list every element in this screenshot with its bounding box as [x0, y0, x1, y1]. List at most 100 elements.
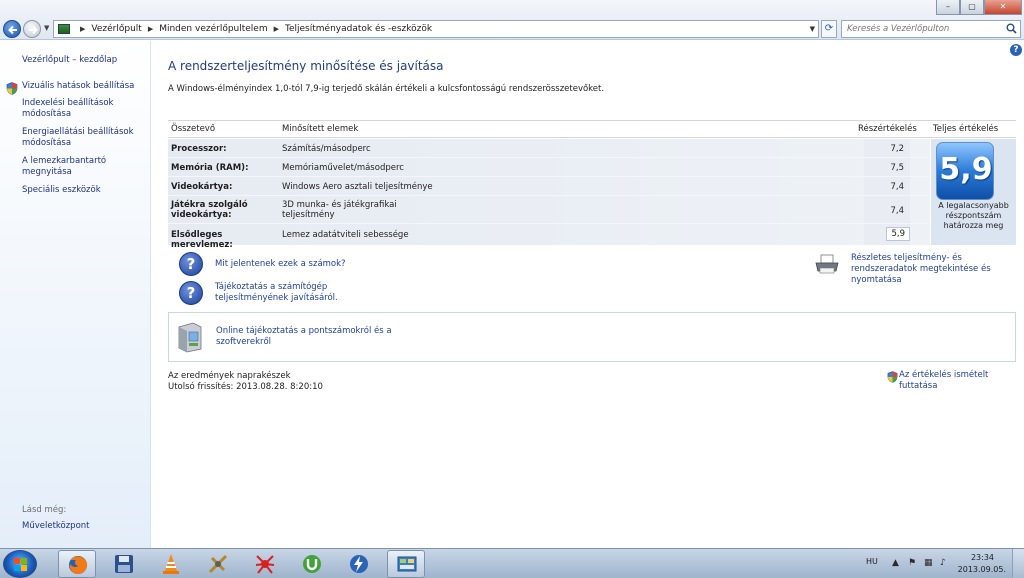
volume-icon[interactable]: ♪	[940, 558, 946, 568]
minimize-button[interactable]: –	[936, 0, 960, 15]
online-scores-software-link[interactable]: Online tájékoztatás a pontszámokról és a…	[216, 326, 396, 348]
base-score-panel: 5,9 A legalacsonyabb részpontszám határo…	[931, 139, 1016, 245]
rated-item: Számítás/másodperc	[282, 144, 371, 154]
taskbar-control-panel[interactable]	[387, 550, 425, 578]
title-bar: – ▢ ✕ ▼ ▶ Vezérlőpult ▶ Minden vezérlőpu…	[0, 0, 1024, 40]
subscore-lowest: 5,9	[886, 227, 910, 241]
detailed-info-link[interactable]: Részletes teljesítmény- és rendszeradato…	[851, 253, 1021, 286]
language-indicator[interactable]: HU	[866, 557, 878, 566]
base-score-value: 5,9	[939, 152, 993, 187]
breadcrumb-all-items[interactable]: Minden vezérlőpultelem	[159, 24, 267, 34]
maximize-button[interactable]: ▢	[960, 0, 984, 15]
component-label: Processzor:	[171, 144, 227, 154]
taskbar-tools[interactable]	[199, 550, 237, 578]
windows-logo-icon	[14, 558, 27, 571]
software-box-icon	[178, 322, 202, 353]
header-base-score: Teljes értékelés	[933, 124, 999, 134]
help-icon[interactable]: ?	[1010, 44, 1022, 56]
header-subscore: Részértékelés	[858, 124, 917, 134]
table-row: Videokártya: Windows Aero asztali teljes…	[168, 177, 930, 196]
component-label: Memória (RAM):	[171, 163, 249, 173]
taskbar-utorrent[interactable]	[293, 550, 331, 578]
subscore: 7,4	[890, 182, 904, 192]
arrow-left-icon	[8, 25, 17, 35]
sidebar-item-visual-effects[interactable]: Vizuális hatások beállítása	[22, 81, 142, 92]
control-panel-icon	[58, 24, 70, 34]
lightning-icon	[350, 555, 368, 573]
improve-performance-link[interactable]: Tájékoztatás a számítógép teljesítményén…	[215, 282, 355, 304]
breadcrumb-separator-icon[interactable]: ▶	[274, 25, 279, 33]
search-box[interactable]	[841, 20, 1021, 38]
breadcrumb-control-panel[interactable]: Vezérlőpult	[91, 24, 141, 34]
page-subtitle: A Windows-élményindex 1,0-tól 7,9-ig ter…	[168, 84, 605, 94]
refresh-button[interactable]: ⟳	[821, 20, 837, 38]
online-info-box: Online tájékoztatás a pontszámokról és a…	[168, 312, 1016, 362]
sidebar-item-power[interactable]: Energiaellátási beállítások módosítása	[22, 127, 142, 149]
subscore: 7,2	[890, 144, 904, 154]
flag-icon[interactable]: ⚑	[908, 558, 916, 568]
header-rated-items: Minősített elemek	[282, 124, 359, 134]
component-label: Elsődleges merevlemez:	[171, 230, 233, 250]
taskbar-save[interactable]	[105, 550, 143, 578]
last-update: Utolsó frissítés: 2013.08.28. 8:20:10	[168, 382, 323, 392]
show-desktop-button[interactable]	[1012, 549, 1024, 578]
header-component: Összetevő	[171, 124, 216, 134]
help-question-icon: ?	[179, 281, 203, 305]
sidebar-item-indexing[interactable]: Indexelési beállítások módosítása	[22, 98, 142, 120]
rated-item: Windows Aero asztali teljesítménye	[282, 182, 433, 192]
close-button[interactable]: ✕	[984, 0, 1022, 15]
see-also-heading: Lásd még:	[22, 505, 67, 515]
floppy-disk-icon	[115, 555, 133, 573]
forward-button[interactable]	[23, 20, 41, 38]
system-tray: HU ▲ ⚑ ▦ ♪ 23:34 2013.09.05.	[854, 549, 1024, 578]
rerun-assessment-link[interactable]: Az értékelés ismételt futtatása	[899, 370, 1024, 392]
results-status: Az eredmények naprakészek	[168, 371, 291, 381]
component-label: Játékra szolgáló videokártya:	[171, 200, 248, 220]
breadcrumb-performance[interactable]: Teljesítményadatok és -eszközök	[285, 24, 432, 34]
table-row: Memória (RAM): Memóriaművelet/másodperc …	[168, 158, 930, 177]
sidebar-item-advanced-tools[interactable]: Speciális eszközök	[22, 185, 142, 196]
score-table: Összetevő Minősített elemek Részértékelé…	[168, 120, 1016, 250]
start-button[interactable]	[3, 550, 37, 578]
taskbar-spider[interactable]	[246, 550, 284, 578]
clock-time[interactable]: 23:34	[971, 553, 994, 562]
component-label: Videokártya:	[171, 182, 233, 192]
address-bar[interactable]: ▶ Vezérlőpult ▶ Minden vezérlőpultelem ▶…	[53, 20, 819, 38]
clock-date[interactable]: 2013.09.05.	[958, 565, 1006, 574]
show-hidden-icons-icon[interactable]: ▲	[892, 558, 899, 568]
window-controls: – ▢ ✕	[936, 0, 1022, 15]
taskbar: HU ▲ ⚑ ▦ ♪ 23:34 2013.09.05.	[0, 548, 1024, 578]
page-title: A rendszerteljesítmény minősítése és jav…	[168, 59, 444, 73]
tools-icon	[208, 554, 228, 574]
uac-shield-icon	[887, 371, 898, 383]
taskbar-flash[interactable]	[340, 550, 378, 578]
breadcrumb-separator-icon[interactable]: ▶	[148, 25, 153, 33]
uac-shield-icon	[6, 82, 18, 95]
spider-icon	[255, 555, 275, 574]
what-numbers-mean-link[interactable]: Mit jelentenek ezek a számok?	[215, 259, 346, 270]
main-content: ? A rendszerteljesítmény minősítése és j…	[152, 41, 1024, 548]
rated-item: Lemez adatátviteli sebessége	[282, 230, 409, 240]
utorrent-icon	[303, 555, 321, 573]
address-dropdown-icon[interactable]: ▼	[810, 25, 815, 33]
subscore: 7,5	[890, 163, 904, 173]
breadcrumb-separator-icon[interactable]: ▶	[80, 25, 85, 33]
sidebar-item-disk-cleanup[interactable]: A lemezkarbantartó megnyitása	[22, 156, 142, 178]
sidebar-item-home[interactable]: Vezérlőpult – kezdőlap	[22, 55, 142, 66]
control-panel-icon	[397, 556, 417, 572]
recent-pages-dropdown-icon[interactable]: ▼	[44, 24, 51, 32]
sidebar: Vezérlőpult – kezdőlap Vizuális hatások …	[0, 41, 151, 548]
sidebar-item-action-center[interactable]: Műveletközpont	[22, 521, 142, 532]
network-icon[interactable]: ▦	[924, 558, 933, 568]
vlc-cone-icon	[163, 554, 179, 574]
taskbar-vlc[interactable]	[152, 550, 190, 578]
table-row: Elsődleges merevlemez: Lemez adatátvitel…	[168, 224, 930, 250]
firefox-icon	[69, 556, 88, 574]
back-button[interactable]	[3, 20, 21, 38]
help-question-icon: ?	[179, 252, 203, 276]
taskbar-firefox[interactable]	[58, 550, 96, 578]
table-header: Összetevő Minősített elemek Részértékelé…	[168, 120, 1016, 138]
search-input[interactable]	[842, 21, 1002, 37]
search-icon[interactable]	[1006, 23, 1017, 34]
table-row: Processzor: Számítás/másodperc 7,2	[168, 139, 930, 158]
